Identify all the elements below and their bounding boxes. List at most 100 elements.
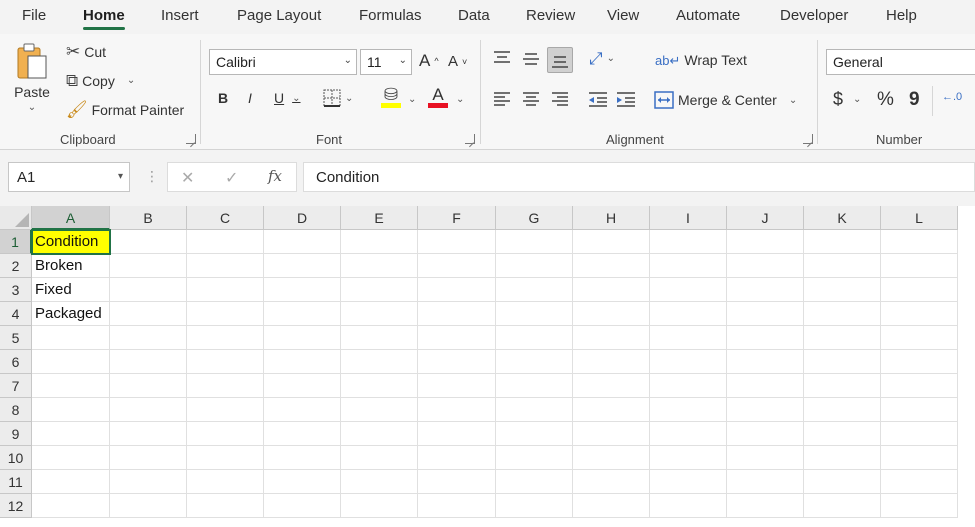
cell-f10[interactable] bbox=[418, 446, 496, 470]
cell-d6[interactable] bbox=[264, 350, 341, 374]
column-header-e[interactable]: E bbox=[341, 206, 418, 230]
row-header-11[interactable]: 11 bbox=[0, 470, 32, 494]
row-header-7[interactable]: 7 bbox=[0, 374, 32, 398]
cell-c11[interactable] bbox=[187, 470, 264, 494]
cell-d5[interactable] bbox=[264, 326, 341, 350]
percent-button[interactable]: % bbox=[877, 89, 894, 111]
paste-button[interactable]: Paste ⌄ bbox=[14, 42, 50, 113]
dialog-launcher-icon[interactable] bbox=[465, 134, 475, 144]
row-header-10[interactable]: 10 bbox=[0, 446, 32, 470]
column-header-g[interactable]: G bbox=[496, 206, 573, 230]
cell-g8[interactable] bbox=[496, 398, 573, 422]
insert-function-button[interactable]: fx bbox=[268, 167, 282, 185]
cell-i2[interactable] bbox=[650, 254, 727, 278]
name-box[interactable]: A1 ▾ bbox=[8, 162, 130, 192]
cell-a3[interactable]: Fixed bbox=[32, 278, 110, 302]
cancel-icon[interactable]: ✕ bbox=[181, 168, 194, 188]
chevron-down-icon[interactable]: ▾ bbox=[118, 171, 123, 182]
cell-h9[interactable] bbox=[573, 422, 650, 446]
cell-b1[interactable] bbox=[110, 230, 187, 254]
cell-h2[interactable] bbox=[573, 254, 650, 278]
column-header-c[interactable]: C bbox=[187, 206, 264, 230]
column-header-d[interactable]: D bbox=[264, 206, 341, 230]
cell-b12[interactable] bbox=[110, 494, 187, 518]
cell-b7[interactable] bbox=[110, 374, 187, 398]
cell-l1[interactable] bbox=[881, 230, 958, 254]
italic-button[interactable]: I bbox=[248, 90, 252, 106]
cell-b4[interactable] bbox=[110, 302, 187, 326]
borders-button[interactable]: ⌄ bbox=[323, 89, 353, 107]
cell-a4[interactable]: Packaged bbox=[32, 302, 110, 326]
column-header-h[interactable]: H bbox=[573, 206, 650, 230]
cell-a6[interactable] bbox=[32, 350, 110, 374]
dialog-launcher-icon[interactable] bbox=[186, 134, 196, 144]
select-all-button[interactable] bbox=[0, 206, 32, 230]
cell-i7[interactable] bbox=[650, 374, 727, 398]
cell-i1[interactable] bbox=[650, 230, 727, 254]
tab-home[interactable]: Home bbox=[83, 7, 125, 30]
cell-g5[interactable] bbox=[496, 326, 573, 350]
chevron-down-icon[interactable]: ⌄ bbox=[853, 94, 861, 105]
tab-help[interactable]: Help bbox=[886, 7, 917, 24]
cell-j2[interactable] bbox=[727, 254, 804, 278]
cell-c5[interactable] bbox=[187, 326, 264, 350]
tab-file[interactable]: File bbox=[22, 7, 46, 24]
cell-g4[interactable] bbox=[496, 302, 573, 326]
column-header-a[interactable]: A bbox=[32, 206, 110, 230]
column-header-j[interactable]: J bbox=[727, 206, 804, 230]
align-left-button[interactable] bbox=[493, 91, 511, 107]
cell-g7[interactable] bbox=[496, 374, 573, 398]
merge-center-button[interactable]: Merge & Center ⌄ bbox=[654, 91, 797, 109]
cell-g6[interactable] bbox=[496, 350, 573, 374]
row-header-6[interactable]: 6 bbox=[0, 350, 32, 374]
cell-c12[interactable] bbox=[187, 494, 264, 518]
cell-e1[interactable] bbox=[341, 230, 418, 254]
cell-e6[interactable] bbox=[341, 350, 418, 374]
cell-e2[interactable] bbox=[341, 254, 418, 278]
cell-h12[interactable] bbox=[573, 494, 650, 518]
column-header-k[interactable]: K bbox=[804, 206, 881, 230]
font-size-select[interactable]: 11 ⌄ bbox=[360, 49, 412, 75]
cell-k4[interactable] bbox=[804, 302, 881, 326]
cell-k10[interactable] bbox=[804, 446, 881, 470]
cell-f3[interactable] bbox=[418, 278, 496, 302]
cell-j9[interactable] bbox=[727, 422, 804, 446]
cell-f7[interactable] bbox=[418, 374, 496, 398]
row-header-5[interactable]: 5 bbox=[0, 326, 32, 350]
tab-review[interactable]: Review bbox=[526, 7, 575, 24]
wrap-text-button[interactable]: ab↵ Wrap Text bbox=[655, 52, 747, 68]
cell-b11[interactable] bbox=[110, 470, 187, 494]
cell-j3[interactable] bbox=[727, 278, 804, 302]
cell-d8[interactable] bbox=[264, 398, 341, 422]
cell-c6[interactable] bbox=[187, 350, 264, 374]
chevron-down-icon[interactable]: ⌄ bbox=[292, 93, 300, 104]
cell-l8[interactable] bbox=[881, 398, 958, 422]
cell-j8[interactable] bbox=[727, 398, 804, 422]
cell-i12[interactable] bbox=[650, 494, 727, 518]
cell-k11[interactable] bbox=[804, 470, 881, 494]
tab-view[interactable]: View bbox=[607, 7, 639, 24]
cell-g10[interactable] bbox=[496, 446, 573, 470]
font-name-select[interactable]: Calibri ⌄ bbox=[209, 49, 357, 75]
align-top-button[interactable] bbox=[493, 50, 511, 66]
cell-i11[interactable] bbox=[650, 470, 727, 494]
cell-j4[interactable] bbox=[727, 302, 804, 326]
increase-decimal-button[interactable]: ←.0 bbox=[942, 91, 962, 103]
cell-c10[interactable] bbox=[187, 446, 264, 470]
cell-d2[interactable] bbox=[264, 254, 341, 278]
cell-l10[interactable] bbox=[881, 446, 958, 470]
cell-c8[interactable] bbox=[187, 398, 264, 422]
cell-d7[interactable] bbox=[264, 374, 341, 398]
orientation-button[interactable]: ⤢ ⌄ bbox=[589, 50, 615, 67]
bold-button[interactable]: B bbox=[218, 90, 228, 106]
formula-input[interactable]: Condition bbox=[303, 162, 975, 192]
cell-c2[interactable] bbox=[187, 254, 264, 278]
row-header-12[interactable]: 12 bbox=[0, 494, 32, 518]
cell-g1[interactable] bbox=[496, 230, 573, 254]
chevron-down-icon[interactable]: ⌄ bbox=[408, 94, 416, 105]
cell-k6[interactable] bbox=[804, 350, 881, 374]
dialog-launcher-icon[interactable] bbox=[803, 134, 813, 144]
decrease-indent-button[interactable] bbox=[588, 91, 608, 107]
cell-g2[interactable] bbox=[496, 254, 573, 278]
tab-data[interactable]: Data bbox=[458, 7, 490, 24]
